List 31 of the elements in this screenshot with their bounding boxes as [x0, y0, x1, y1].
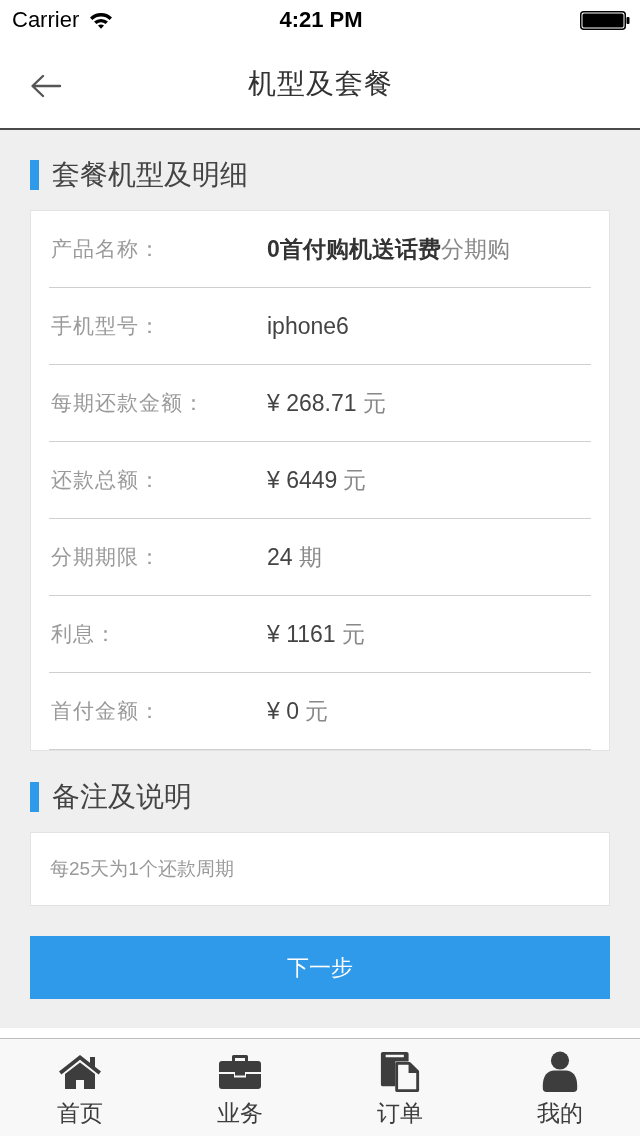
back-arrow-icon	[30, 74, 62, 98]
detail-value: ¥ 0 元	[267, 696, 328, 726]
battery-icon	[580, 10, 630, 30]
detail-value: ¥ 6449 元	[267, 465, 367, 495]
section-marker	[30, 160, 39, 190]
detail-value: 24 期	[267, 542, 322, 572]
detail-value: iphone6	[267, 312, 349, 340]
detail-label: 还款总额：	[50, 467, 162, 493]
page-title: 机型及套餐	[247, 67, 393, 101]
detail-label: 产品名称：	[50, 236, 162, 262]
detail-value: ¥ 268.71 元	[267, 388, 386, 418]
detail-label: 手机型号：	[50, 313, 162, 339]
section-title: 备注及说明	[52, 782, 192, 812]
detail-value: ¥ 1161 元	[267, 619, 365, 649]
tab-item[interactable]: 首页	[0, 1039, 160, 1136]
wifi-icon	[89, 11, 114, 29]
clock-time: 4:21 PM	[279, 7, 363, 33]
detail-label: 利息：	[50, 621, 118, 647]
note-text: 每25天为1个还款周期	[50, 857, 234, 881]
documents-icon	[378, 1051, 422, 1093]
detail-label: 每期还款金额：	[50, 390, 206, 416]
section-title: 套餐机型及明细	[52, 160, 248, 190]
tab-item[interactable]: 我的	[480, 1039, 640, 1136]
detail-label: 首付金额：	[50, 698, 162, 724]
detail-value: 0首付购机送话费分期购	[267, 234, 510, 264]
detail-label: 分期期限：	[50, 544, 162, 570]
back-button[interactable]	[28, 72, 64, 100]
tab-item[interactable]: 订单	[320, 1039, 480, 1136]
carrier-name: Carrier	[12, 7, 80, 33]
section-marker	[30, 782, 39, 812]
tab-item[interactable]: 业务	[160, 1039, 320, 1136]
